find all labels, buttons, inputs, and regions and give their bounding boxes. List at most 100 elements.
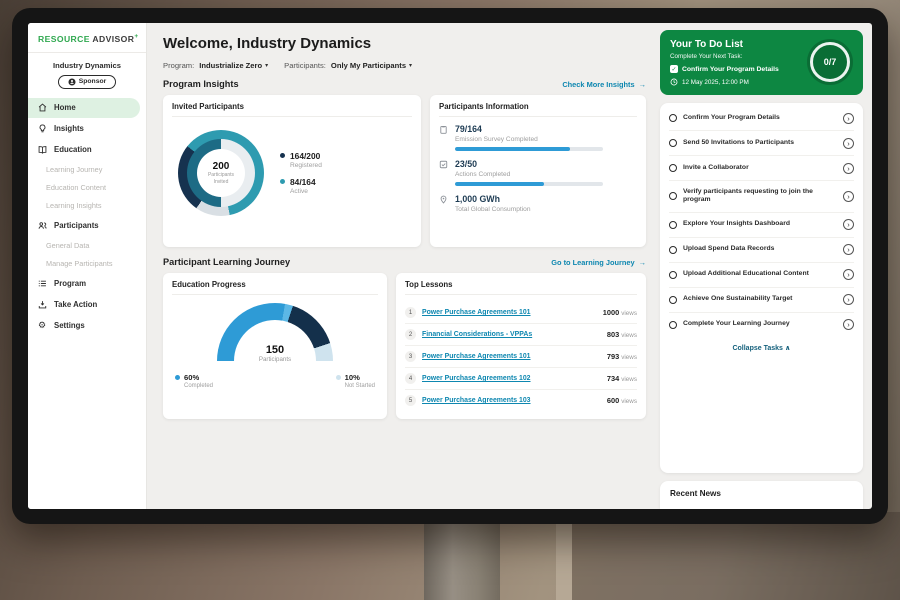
lesson-views: 600 views [607,396,637,405]
legend-dot [336,375,341,380]
recent-news-card: Recent News [660,481,863,509]
chevron-right-icon[interactable]: › [843,269,854,280]
stat-label: Emission Survey Completed [455,136,603,143]
chevron-up-icon: ∧ [785,345,791,352]
chevron-right-icon[interactable]: › [843,244,854,255]
sidebar-item-general-data[interactable]: General Data [28,237,146,255]
check-more-insights-link[interactable]: Check More Insights → [562,80,646,89]
page-title: Welcome, Industry Dynamics [163,35,646,52]
chevron-right-icon[interactable]: › [843,219,854,230]
sidebar-item-label: Home [54,103,76,112]
task-row-achieve-sustainability-target[interactable]: Achieve One Sustainability Target › [669,288,854,313]
chevron-right-icon[interactable]: › [843,191,854,202]
stat-value: 79/164 [455,124,603,134]
chevron-right-icon[interactable]: › [843,319,854,330]
background-strip [556,515,572,600]
participants-filter-select[interactable]: Only My Participants ▾ [331,61,412,70]
radio-icon[interactable] [669,114,677,122]
sidebar-item-participants[interactable]: Participants [28,216,140,236]
collapse-tasks-link[interactable]: Collapse Tasks ∧ [669,337,854,354]
donut-center-value: 200 [213,161,230,172]
invited-participants-donut-chart: 200 Participants Invited [178,130,264,216]
radio-icon[interactable] [669,246,677,254]
sidebar-item-program[interactable]: Program [28,274,140,294]
sidebar-item-label: Take Action [54,300,97,309]
task-label: Upload Additional Educational Content [683,270,837,279]
clipboard-icon [439,125,448,151]
task-row-confirm-program-details[interactable]: Confirm Your Program Details › [669,106,854,131]
todo-next-task[interactable]: ✓ Confirm Your Program Details [670,65,779,73]
radio-icon[interactable] [669,164,677,172]
task-label: Achieve One Sustainability Target [683,295,837,304]
task-row-upload-educational-content[interactable]: Upload Additional Educational Content › [669,263,854,288]
go-to-learning-journey-link[interactable]: Go to Learning Journey → [551,258,646,267]
sidebar-item-settings[interactable]: ⚙ Settings [28,316,140,336]
task-row-invite-collaborator[interactable]: Invite a Collaborator › [669,156,854,181]
radio-icon[interactable] [669,221,677,229]
card-title: Education Progress [172,280,378,295]
lesson-link[interactable]: Financial Considerations - VPPAs [422,331,601,338]
sidebar-item-home[interactable]: Home [28,98,140,118]
card-title: Invited Participants [172,102,412,117]
sidebar-item-education-content[interactable]: Education Content [28,179,146,197]
todo-title: Your To Do List [670,39,779,50]
task-row-explore-insights[interactable]: Explore Your Insights Dashboard › [669,213,854,238]
chevron-right-icon[interactable]: › [843,163,854,174]
stat-label: Total Global Consumption [455,206,531,213]
legend-value: 164/200 [290,151,322,161]
clock-icon [670,78,678,86]
checkbox-icon[interactable]: ✓ [670,65,678,73]
invited-participants-card: Invited Participants 200 Participants In… [163,95,421,247]
program-filter-label: Program: [163,61,194,70]
program-filter-select[interactable]: Industrialize Zero ▾ [199,61,268,70]
todo-due: 12 May 2025, 12:00 PM [670,78,779,86]
program-filter-value: Industrialize Zero [199,61,262,70]
section-title: Participant Learning Journey [163,257,290,267]
radio-icon[interactable] [669,192,677,200]
education-progress-card: Education Progress 150 Participants 60% … [163,273,387,419]
task-row-upload-spend-data[interactable]: Upload Spend Data Records › [669,238,854,263]
sidebar-item-insights[interactable]: Insights [28,119,140,139]
todo-summary-card: Your To Do List Complete Your Next Task:… [660,30,863,95]
lesson-row: 1 Power Purchase Agreements 101 1000 vie… [405,302,637,324]
legend-value: 84/164 [290,177,316,187]
gauge-center-label: Participants [217,356,333,363]
lesson-link[interactable]: Power Purchase Agreements 101 [422,309,597,316]
legend-item: 84/164 Active [280,177,322,195]
radio-icon[interactable] [669,139,677,147]
list-icon [38,279,48,288]
radio-icon[interactable] [669,321,677,329]
chevron-right-icon[interactable]: › [843,138,854,149]
task-row-send-invitations[interactable]: Send 50 Invitations to Participants › [669,131,854,156]
sidebar-item-learning-insights[interactable]: Learning Insights [28,197,146,215]
task-row-verify-participants[interactable]: Verify participants requesting to join t… [669,181,854,213]
sidebar-item-learning-journey[interactable]: Learning Journey [28,161,146,179]
person-badge-icon [68,78,76,86]
progress-bar-fill [455,147,570,151]
lesson-link[interactable]: Power Purchase Agreements 102 [422,375,601,382]
lesson-views: 803 views [607,330,637,339]
sidebar-item-education[interactable]: Education [28,140,140,160]
sponsor-badge[interactable]: Sponsor [58,75,117,89]
program-insights-header: Program Insights Check More Insights → [163,79,646,89]
radio-icon[interactable] [669,271,677,279]
brand-advisor: ADVISOR+ [92,34,138,44]
donut-center-label: Participants Invited [204,172,238,185]
lesson-views: 793 views [607,352,637,361]
lesson-link[interactable]: Power Purchase Agreements 103 [422,397,601,404]
chevron-right-icon[interactable]: › [843,113,854,124]
sponsor-badge-label: Sponsor [79,78,107,85]
donut-center: 200 Participants Invited [197,149,245,197]
task-label: Send 50 Invitations to Participants [683,139,837,148]
radio-icon[interactable] [669,296,677,304]
lesson-rank: 2 [405,329,416,340]
top-lessons-card: Top Lessons 1 Power Purchase Agreements … [396,273,646,419]
lesson-link[interactable]: Power Purchase Agreements 101 [422,353,601,360]
task-row-complete-learning-journey[interactable]: Complete Your Learning Journey › [669,313,854,337]
sidebar-item-label: Program [54,279,86,288]
sidebar-item-manage-participants[interactable]: Manage Participants [28,255,146,273]
collapse-tasks-label: Collapse Tasks [732,345,782,352]
sidebar-item-take-action[interactable]: Take Action [28,295,140,315]
legend-label: Registered [290,162,322,169]
chevron-right-icon[interactable]: › [843,294,854,305]
